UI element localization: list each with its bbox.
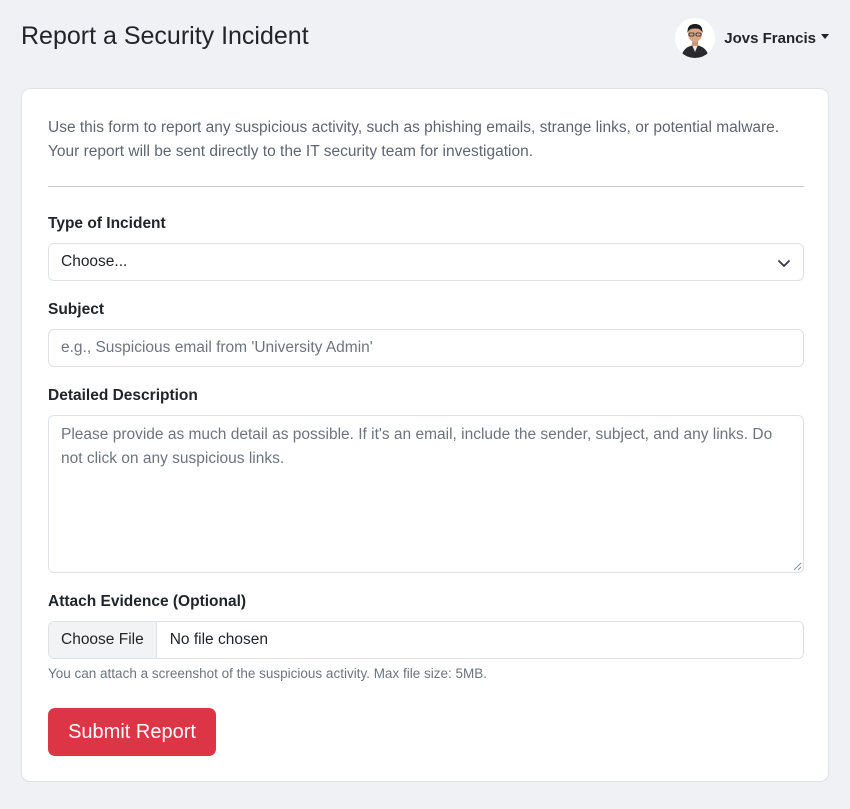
avatar bbox=[675, 18, 716, 58]
choose-file-button[interactable]: Choose File bbox=[49, 622, 157, 658]
subject-label: Subject bbox=[48, 301, 104, 318]
attachment-help-text: You can attach a screenshot of the suspi… bbox=[48, 666, 487, 681]
caret-down-icon[interactable] bbox=[821, 33, 829, 39]
subject-placeholder: e.g., Suspicious email from 'University … bbox=[61, 339, 373, 356]
incident-type-selected: Choose... bbox=[61, 253, 128, 270]
user-name[interactable]: Jovs Francis bbox=[724, 30, 816, 47]
file-status: No file chosen bbox=[169, 631, 268, 648]
resize-grip-icon[interactable] bbox=[792, 561, 802, 571]
incident-form-card: Use this form to report any suspicious a… bbox=[21, 88, 829, 782]
user-menu[interactable]: Jovs Francis bbox=[675, 18, 829, 58]
attachment-file-input[interactable]: Choose File No file chosen bbox=[48, 621, 804, 659]
page-title: Report a Security Incident bbox=[21, 22, 309, 50]
submit-report-button[interactable]: Submit Report bbox=[48, 708, 216, 756]
form-intro: Use this form to report any suspicious a… bbox=[48, 119, 780, 160]
incident-type-label: Type of Incident bbox=[48, 215, 166, 232]
incident-type-select[interactable]: Choose... bbox=[48, 243, 804, 281]
description-placeholder: Please provide as much detail as possibl… bbox=[61, 426, 773, 467]
description-label: Detailed Description bbox=[48, 387, 198, 404]
chevron-down-icon bbox=[778, 260, 790, 267]
subject-input[interactable]: e.g., Suspicious email from 'University … bbox=[48, 329, 804, 367]
description-textarea[interactable]: Please provide as much detail as possibl… bbox=[48, 415, 804, 573]
attachment-label: Attach Evidence (Optional) bbox=[48, 593, 247, 610]
divider bbox=[48, 186, 804, 187]
